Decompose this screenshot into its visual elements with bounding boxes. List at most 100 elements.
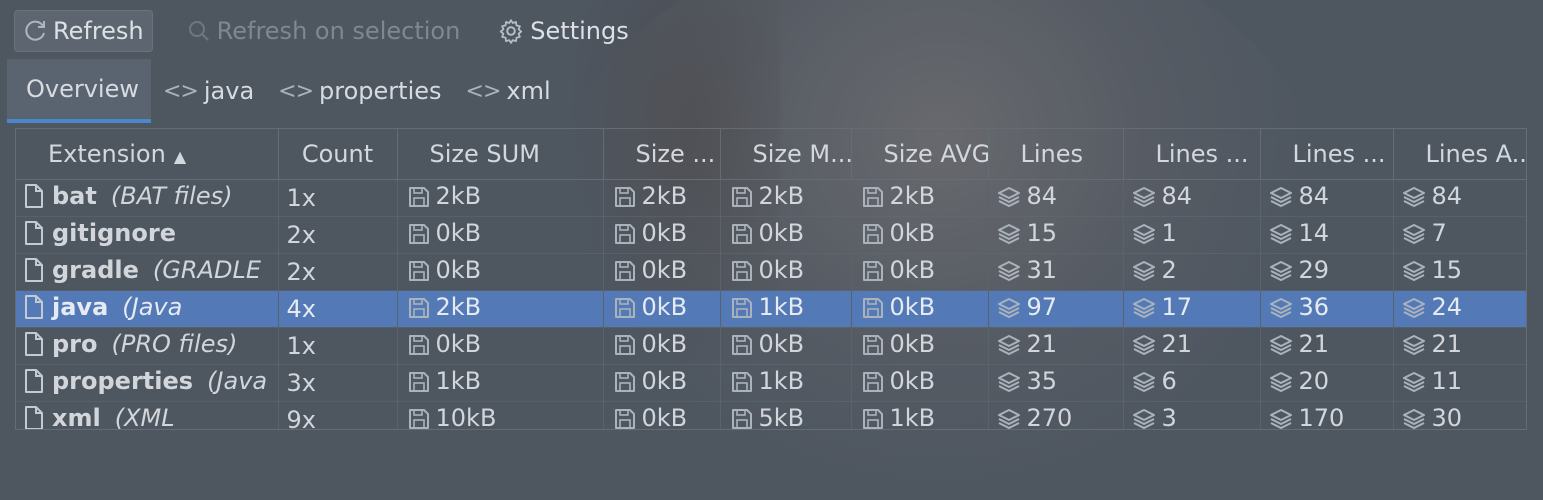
size-sum-cell: 10kB <box>397 401 604 430</box>
lines-max-cell-value: 29 <box>1298 256 1330 284</box>
size-sum-cell-value: 0kB <box>435 330 482 358</box>
extension-cell: gitignore <box>16 216 279 254</box>
floppy-disk-icon <box>614 186 636 214</box>
refresh-icon <box>23 19 47 43</box>
floppy-disk-icon <box>408 260 430 288</box>
tab-xml-label: xml <box>506 77 551 105</box>
lines-max-cell-value: 170 <box>1298 404 1345 430</box>
layers-icon <box>1402 223 1426 251</box>
extension-cell: bat (BAT files) <box>16 179 279 217</box>
table-row[interactable]: properties (Java 3x 1kB 0kB 1kB 0kB 35 6 20 11 <box>16 364 1526 402</box>
column-header-extension[interactable]: Extension ▲ <box>16 129 279 180</box>
size-avg-cell: 2kB <box>851 179 989 217</box>
size-sum-cell-value: 10kB <box>435 404 497 430</box>
count-cell: 3x <box>278 364 398 402</box>
column-header-size-max[interactable]: Size M... <box>720 129 852 180</box>
size-max-cell-value: 5kB <box>758 404 805 430</box>
lines-avg-cell-value: 84 <box>1431 182 1463 210</box>
layers-icon <box>997 297 1021 325</box>
code-brackets-icon: <> <box>163 78 199 104</box>
size-max-cell-value: 0kB <box>758 219 805 247</box>
extension-description: (PRO files) <box>111 330 238 358</box>
floppy-disk-icon <box>862 408 884 429</box>
floppy-disk-icon <box>731 260 753 288</box>
floppy-disk-icon <box>862 334 884 362</box>
refresh-on-selection-button[interactable]: Refresh on selection <box>179 10 469 52</box>
lines-avg-cell-value: 11 <box>1431 367 1463 395</box>
refresh-button[interactable]: Refresh <box>14 10 153 52</box>
floppy-disk-icon <box>731 408 753 429</box>
lines-max-cell-value: 20 <box>1298 367 1330 395</box>
floppy-disk-icon <box>862 371 884 399</box>
size-max-cell: 2kB <box>720 179 852 217</box>
floppy-disk-icon <box>731 371 753 399</box>
settings-button[interactable]: Settings <box>490 10 636 52</box>
table-row[interactable]: java (Java 4x 2kB 0kB 1kB 0kB 97 17 36 24 <box>16 290 1526 328</box>
layers-icon <box>997 334 1021 362</box>
column-header-count[interactable]: Count <box>278 129 398 180</box>
layers-icon <box>1402 186 1426 214</box>
lines-avg-cell: 15 <box>1393 253 1526 291</box>
layers-icon <box>1269 186 1293 214</box>
size-avg-cell: 0kB <box>851 216 989 254</box>
size-min-cell: 0kB <box>603 364 721 402</box>
lines-cell-value: 84 <box>1026 182 1058 210</box>
lines-cell-value: 97 <box>1026 293 1058 321</box>
count-cell: 4x <box>278 290 398 328</box>
lines-min-cell-value: 6 <box>1161 367 1177 395</box>
extension-cell: gradle (GRADLE <box>16 253 279 291</box>
file-icon <box>24 369 44 399</box>
size-sum-cell-value: 0kB <box>435 256 482 284</box>
size-avg-cell-value: 1kB <box>889 404 936 430</box>
toolbar: Refresh Refresh on selection Settings <box>14 9 637 53</box>
size-sum-cell-value: 2kB <box>435 293 482 321</box>
size-sum-cell: 0kB <box>397 216 604 254</box>
layers-icon <box>997 408 1021 429</box>
extension-description: (XML <box>114 404 175 430</box>
lines-min-cell-value: 2 <box>1161 256 1177 284</box>
lines-max-cell-value: 84 <box>1298 182 1330 210</box>
layers-icon <box>1402 408 1426 429</box>
floppy-disk-icon <box>408 371 430 399</box>
lines-cell: 15 <box>988 216 1124 254</box>
size-max-cell: 1kB <box>720 290 852 328</box>
column-header-size-avg[interactable]: Size AVG <box>851 129 989 180</box>
column-header-lines[interactable]: Lines <box>988 129 1124 180</box>
layers-icon <box>1132 334 1156 362</box>
file-icon <box>24 221 44 251</box>
layers-icon <box>1132 297 1156 325</box>
lines-min-cell: 21 <box>1123 327 1261 365</box>
column-header-lines-max[interactable]: Lines ... <box>1260 129 1394 180</box>
layers-icon <box>1269 371 1293 399</box>
size-sum-cell: 1kB <box>397 364 604 402</box>
count-cell: 1x <box>278 327 398 365</box>
layers-icon <box>1132 223 1156 251</box>
column-header-size-min[interactable]: Size ... <box>603 129 721 180</box>
layers-icon <box>997 186 1021 214</box>
table-row[interactable]: gradle (GRADLE 2x 0kB 0kB 0kB 0kB 31 2 29 15 <box>16 253 1526 291</box>
settings-label: Settings <box>530 17 629 45</box>
floppy-disk-icon <box>408 297 430 325</box>
tab-overview[interactable]: Overview <box>7 59 151 123</box>
size-sum-cell: 2kB <box>397 290 604 328</box>
table-row[interactable]: bat (BAT files) 1x 2kB 2kB 2kB 2kB 84 84 84 84 <box>16 179 1526 217</box>
lines-avg-cell: 7 <box>1393 216 1526 254</box>
table-row[interactable]: xml (XML 9x 10kB 0kB 5kB 1kB 270 3 170 30 <box>16 401 1526 430</box>
column-header-size-sum[interactable]: Size SUM <box>397 129 604 180</box>
extension-name: gradle <box>52 256 139 284</box>
table-row[interactable]: gitignore 2x 0kB 0kB 0kB 0kB 15 1 14 7 <box>16 216 1526 254</box>
column-header-lines-min[interactable]: Lines ... <box>1123 129 1261 180</box>
lines-max-cell: 14 <box>1260 216 1394 254</box>
tab-xml[interactable]: <> xml <box>454 59 563 123</box>
extension-description: (GRADLE <box>152 256 261 284</box>
floppy-disk-icon <box>614 334 636 362</box>
table-row[interactable]: pro (PRO files) 1x 0kB 0kB 0kB 0kB 21 21 21 21 <box>16 327 1526 365</box>
column-header-lines-avg[interactable]: Lines A... <box>1393 129 1526 180</box>
layers-icon <box>997 260 1021 288</box>
tab-java[interactable]: <> java <box>151 59 266 123</box>
tab-properties[interactable]: <> properties <box>266 59 453 123</box>
file-icon <box>24 184 44 214</box>
size-min-cell-value: 0kB <box>641 330 688 358</box>
extension-description: (Java <box>122 293 183 321</box>
floppy-disk-icon <box>862 297 884 325</box>
